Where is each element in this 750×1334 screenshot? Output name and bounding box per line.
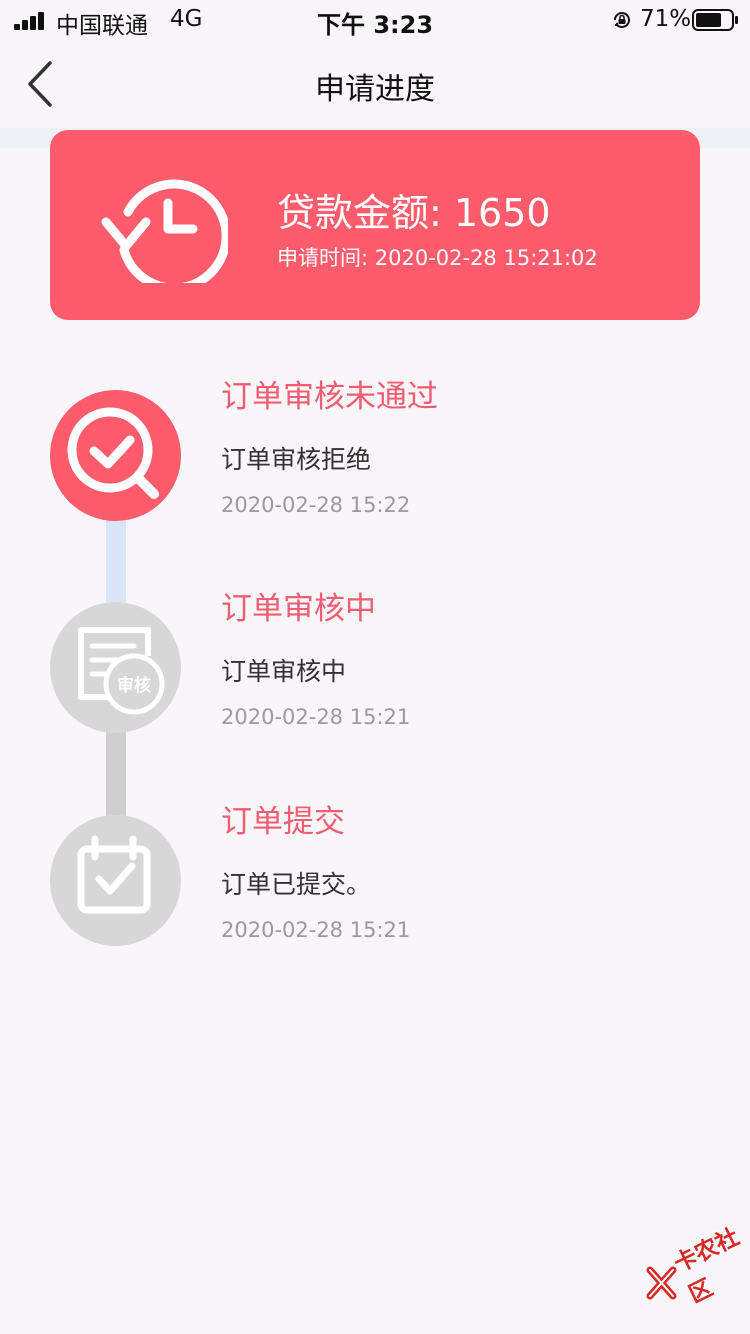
- battery-percentage: 71%: [640, 6, 692, 32]
- step-title: 订单审核中: [221, 591, 376, 627]
- page-title: 申请进度: [315, 72, 435, 107]
- step-time: 2020-02-28 15:21: [221, 705, 411, 729]
- step-description: 订单已提交。: [221, 870, 372, 899]
- timeline-connector-inactive: [106, 732, 126, 816]
- step-time: 2020-02-28 15:22: [221, 493, 411, 517]
- step-description: 订单审核拒绝: [221, 445, 372, 474]
- document-review-icon: 审核: [50, 602, 181, 733]
- timeline-connector-active: [106, 520, 126, 602]
- status-bar: 中国联通 4G 下午 3:23 71%: [0, 0, 750, 40]
- calendar-check-icon: [50, 815, 181, 946]
- history-clock-icon: [101, 179, 228, 283]
- loan-summary-card: 贷款金额: 1650 申请时间: 2020-02-28 15:21:02: [50, 130, 700, 320]
- step-title: 订单审核未通过: [221, 379, 438, 415]
- step-time: 2020-02-28 15:21: [221, 918, 411, 942]
- navigation-bar: 申请进度: [0, 40, 750, 130]
- watermark: 卡农社区: [645, 1224, 747, 1320]
- loan-amount: 贷款金额: 1650: [277, 191, 551, 235]
- battery-icon: [692, 9, 738, 31]
- review-badge: 审核: [117, 675, 151, 696]
- step-description: 订单审核中: [221, 657, 347, 686]
- status-time: 下午 3:23: [316, 11, 434, 39]
- search-check-icon: [50, 390, 181, 521]
- watermark-logo-icon: [646, 1266, 677, 1300]
- rotation-lock-icon: [614, 12, 630, 28]
- application-time: 申请时间: 2020-02-28 15:21:02: [277, 246, 598, 270]
- step-title: 订单提交: [221, 804, 345, 840]
- watermark-text: 卡农社区: [670, 1224, 744, 1309]
